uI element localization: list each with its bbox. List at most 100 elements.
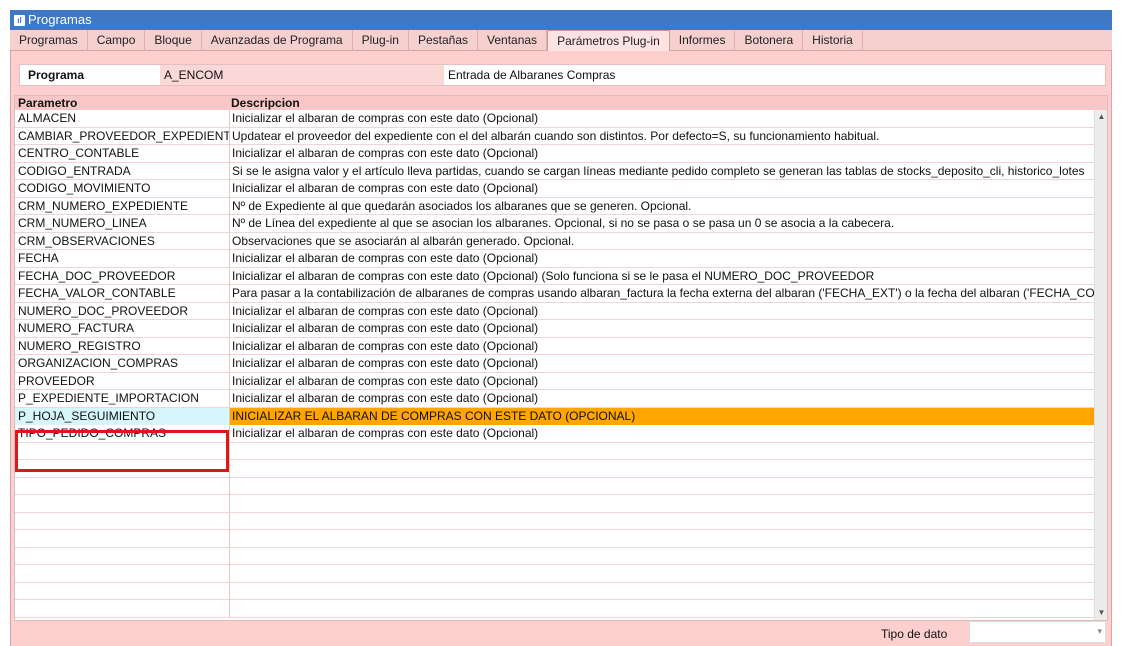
- parameter-cell[interactable]: NUMERO_DOC_PROVEEDOR: [15, 303, 229, 320]
- parameter-cell[interactable]: [15, 495, 229, 512]
- description-cell[interactable]: INICIALIZAR EL ALBARAN DE COMPRAS CON ES…: [229, 407, 1095, 425]
- column-header-descripcion[interactable]: Descripcion: [231, 96, 300, 110]
- parameter-cell[interactable]: FECHA_DOC_PROVEEDOR: [15, 268, 229, 285]
- scroll-up-icon[interactable]: ▲: [1095, 110, 1107, 124]
- parameter-cell[interactable]: [15, 565, 229, 582]
- description-cell[interactable]: Inicializar el albaran de compras con es…: [229, 250, 1095, 267]
- description-cell[interactable]: Inicializar el albaran de compras con es…: [229, 110, 1095, 127]
- description-cell[interactable]: Inicializar el albaran de compras con es…: [229, 267, 1095, 285]
- parameter-cell[interactable]: FECHA: [15, 250, 229, 267]
- column-header-parametro[interactable]: Parametro: [18, 96, 77, 110]
- description-cell[interactable]: [229, 477, 1095, 495]
- table-row[interactable]: P_HOJA_SEGUIMIENTO INICIALIZAR EL ALBARAN…: [15, 407, 1095, 425]
- tab-bloque[interactable]: Bloque: [145, 30, 202, 51]
- description-cell[interactable]: Inicializar el albaran de compras con es…: [229, 145, 1095, 162]
- scroll-down-icon[interactable]: ▼: [1095, 606, 1107, 620]
- description-cell[interactable]: Inicializar el albaran de compras con es…: [229, 320, 1095, 337]
- vertical-scrollbar[interactable]: ▲ ▼: [1094, 110, 1107, 620]
- description-cell[interactable]: Si se le asigna valor y el artículo llev…: [229, 162, 1095, 180]
- parameter-cell[interactable]: [15, 600, 229, 617]
- parameter-cell[interactable]: TIPO_PEDIDO_COMPRAS: [15, 425, 229, 442]
- description-cell[interactable]: [229, 442, 1095, 460]
- description-cell[interactable]: [229, 565, 1095, 582]
- description-cell[interactable]: [229, 460, 1095, 477]
- table-row[interactable]: [15, 582, 1095, 600]
- parameter-cell[interactable]: [15, 443, 229, 460]
- parameter-cell[interactable]: CAMBIAR_PROVEEDOR_EXPEDIENTE: [15, 128, 229, 145]
- tab-informes[interactable]: Informes: [670, 30, 736, 51]
- parameter-cell[interactable]: FECHA_VALOR_CONTABLE: [15, 285, 229, 302]
- parameter-cell[interactable]: CODIGO_ENTRADA: [15, 163, 229, 180]
- chevron-down-icon[interactable]: ▾: [1097, 626, 1102, 637]
- description-cell[interactable]: Updatear el proveedor del expediente con…: [229, 127, 1095, 145]
- description-cell[interactable]: Nº de Línea del expediente al que se aso…: [229, 215, 1095, 232]
- table-row[interactable]: [15, 495, 1095, 513]
- parameter-cell[interactable]: [15, 478, 229, 495]
- table-row[interactable]: CODIGO_MOVIMIENTO Inicializar el albaran …: [15, 180, 1095, 198]
- tab-botonera[interactable]: Botonera: [735, 30, 804, 51]
- parameter-cell[interactable]: NUMERO_REGISTRO: [15, 338, 229, 355]
- description-cell[interactable]: Inicializar el albaran de compras con es…: [229, 302, 1095, 320]
- tab-historia[interactable]: Historia: [803, 30, 863, 51]
- description-cell[interactable]: [229, 530, 1095, 547]
- tab-avanzadas-de-programa[interactable]: Avanzadas de Programa: [202, 30, 353, 51]
- tab-campo[interactable]: Campo: [88, 30, 146, 51]
- tab-plug-in[interactable]: Plug-in: [353, 30, 409, 51]
- parameter-cell[interactable]: [15, 583, 229, 600]
- table-row[interactable]: [15, 477, 1095, 495]
- parameter-cell[interactable]: [15, 513, 229, 530]
- table-row[interactable]: [15, 565, 1095, 583]
- parameter-cell[interactable]: CENTRO_CONTABLE: [15, 145, 229, 162]
- table-row[interactable]: TIPO_PEDIDO_COMPRAS Inicializar el albara…: [15, 425, 1095, 443]
- parameter-cell[interactable]: ORGANIZACION_COMPRAS: [15, 355, 229, 372]
- description-cell[interactable]: Para pasar a la contabilización de albar…: [229, 285, 1095, 302]
- table-row[interactable]: CODIGO_ENTRADA Si se le asigna valor y el…: [15, 162, 1095, 180]
- table-row[interactable]: [15, 547, 1095, 565]
- description-cell[interactable]: Observaciones que se asociarán al albará…: [229, 232, 1095, 250]
- table-row[interactable]: [15, 460, 1095, 478]
- description-cell[interactable]: Inicializar el albaran de compras con es…: [229, 337, 1095, 355]
- tipo-de-dato-select[interactable]: ▾: [969, 621, 1106, 643]
- description-cell[interactable]: [229, 600, 1095, 617]
- table-row[interactable]: CRM_NUMERO_LINEA Nº de Línea del expedien…: [15, 215, 1095, 233]
- table-row[interactable]: [15, 600, 1095, 618]
- description-cell[interactable]: Inicializar el albaran de compras con es…: [229, 355, 1095, 372]
- table-row[interactable]: FECHA_DOC_PROVEEDOR Inicializar el albara…: [15, 267, 1095, 285]
- parameter-cell[interactable]: CRM_NUMERO_LINEA: [15, 215, 229, 232]
- parameter-cell[interactable]: CODIGO_MOVIMIENTO: [15, 180, 229, 197]
- table-row[interactable]: PROVEEDOR Inicializar el albaran de compr…: [15, 372, 1095, 390]
- tab-ventanas[interactable]: Ventanas: [478, 30, 548, 51]
- table-row[interactable]: [15, 530, 1095, 548]
- tab-pesta-as[interactable]: Pestañas: [409, 30, 479, 51]
- description-cell[interactable]: Inicializar el albaran de compras con es…: [229, 425, 1095, 442]
- description-cell[interactable]: Inicializar el albaran de compras con es…: [229, 372, 1095, 390]
- parameter-cell[interactable]: [15, 548, 229, 565]
- table-row[interactable]: CAMBIAR_PROVEEDOR_EXPEDIENTE Updatear el …: [15, 127, 1095, 145]
- parameter-cell[interactable]: PROVEEDOR: [15, 373, 229, 390]
- description-cell[interactable]: [229, 495, 1095, 512]
- table-row[interactable]: CENTRO_CONTABLE Inicializar el albaran de…: [15, 145, 1095, 163]
- table-row[interactable]: [15, 442, 1095, 460]
- programa-description-field[interactable]: Entrada de Albaranes Compras: [444, 65, 615, 85]
- table-row[interactable]: NUMERO_DOC_PROVEEDOR Inicializar el albar…: [15, 302, 1095, 320]
- table-row[interactable]: [15, 512, 1095, 530]
- parameter-cell[interactable]: CRM_NUMERO_EXPEDIENTE: [15, 198, 229, 215]
- tab-programas[interactable]: Programas: [10, 30, 88, 51]
- parameter-cell[interactable]: ALMACEN: [15, 110, 229, 127]
- description-cell[interactable]: [229, 547, 1095, 565]
- table-row[interactable]: CRM_OBSERVACIONES Observaciones que se as…: [15, 232, 1095, 250]
- table-row[interactable]: NUMERO_FACTURA Inicializar el albaran de …: [15, 320, 1095, 338]
- parameter-cell[interactable]: P_EXPEDIENTE_IMPORTACION: [15, 390, 229, 407]
- description-cell[interactable]: [229, 582, 1095, 600]
- programa-code-field[interactable]: A_ENCOM: [160, 65, 444, 85]
- parameter-cell[interactable]: [15, 460, 229, 477]
- table-row[interactable]: ALMACEN Inicializar el albaran de compras…: [15, 110, 1095, 128]
- description-cell[interactable]: Inicializar el albaran de compras con es…: [229, 390, 1095, 407]
- tab-par-metros-plug-in[interactable]: Parámetros Plug-in: [547, 30, 670, 51]
- parameter-cell[interactable]: [15, 530, 229, 547]
- parameter-cell[interactable]: P_HOJA_SEGUIMIENTO: [15, 407, 229, 425]
- table-row[interactable]: NUMERO_REGISTRO Inicializar el albaran de…: [15, 337, 1095, 355]
- description-cell[interactable]: [229, 512, 1095, 530]
- table-row[interactable]: P_EXPEDIENTE_IMPORTACION Inicializar el a…: [15, 390, 1095, 408]
- table-row[interactable]: FECHA_VALOR_CONTABLE Para pasar a la cont…: [15, 285, 1095, 303]
